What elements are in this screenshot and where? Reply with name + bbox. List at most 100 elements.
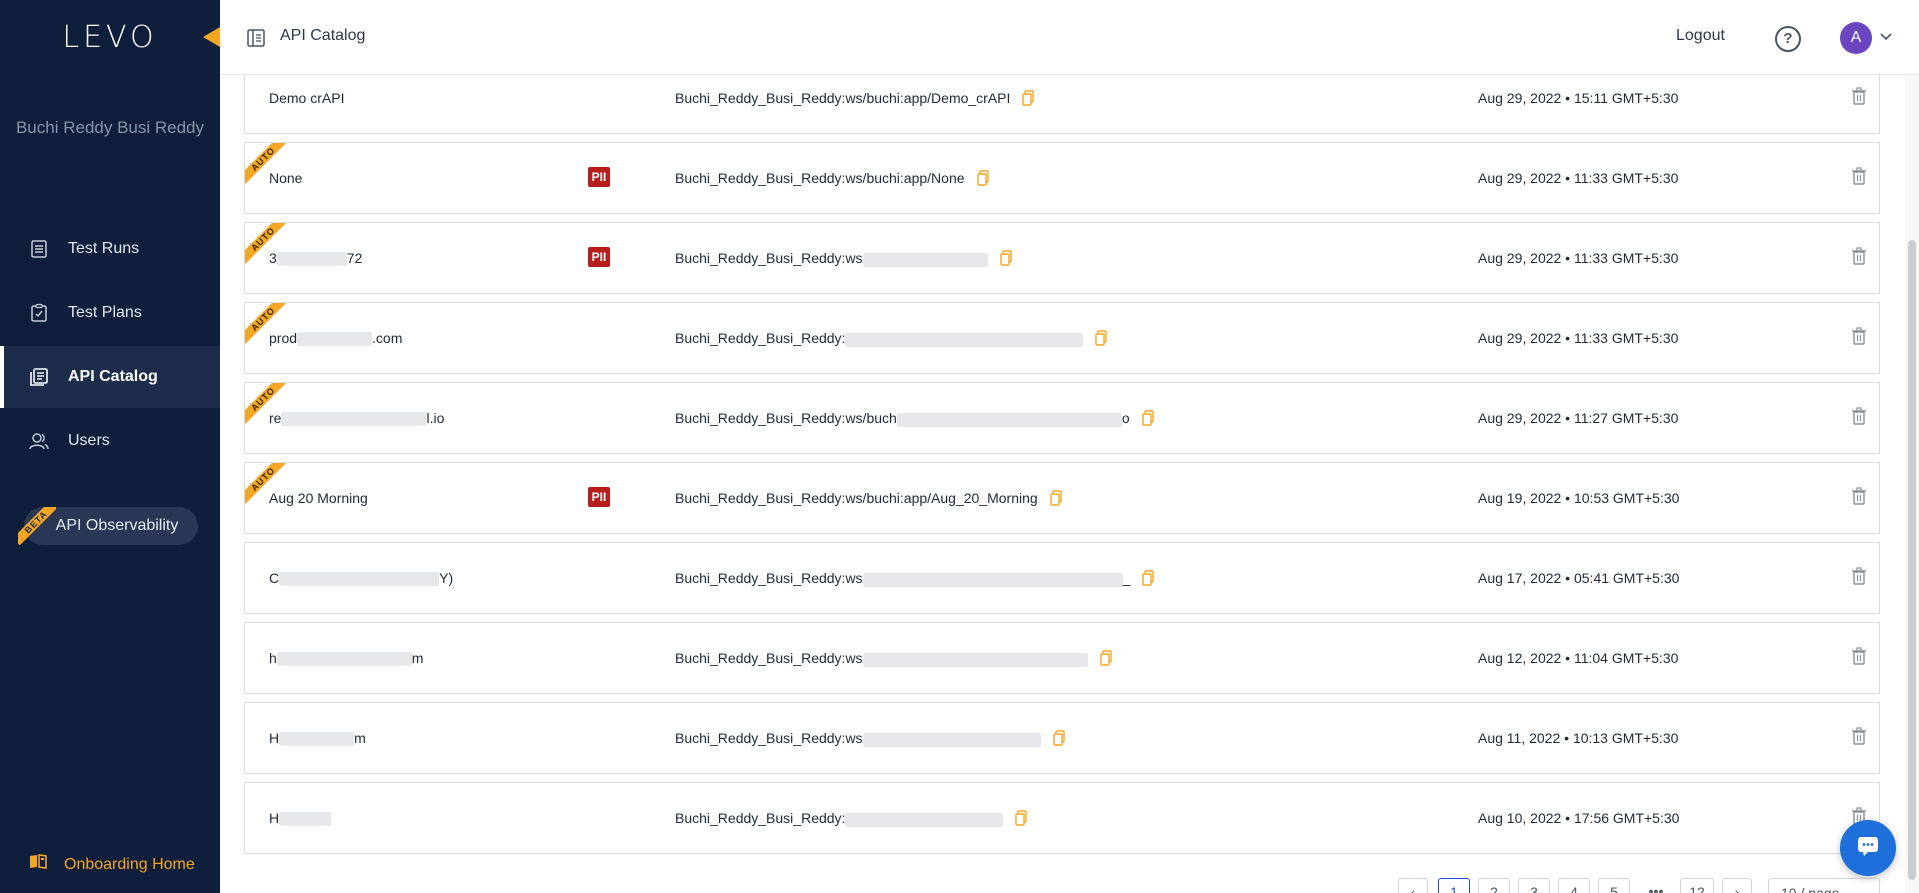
trash-icon[interactable] — [1851, 647, 1867, 670]
app-name: Demo crAPI — [269, 90, 345, 106]
app-path: Buchi_Reddy_Busi_Reddy:ws/buchi:app/None — [675, 170, 989, 189]
copy-icon[interactable] — [1052, 730, 1065, 749]
app-name: C Y) — [269, 570, 454, 587]
onboarding-home-label: Onboarding Home — [64, 855, 195, 873]
table-row[interactable]: H Buchi_Reddy_Busi_Reddy: Aug 10, 2022 •… — [244, 782, 1880, 854]
page-size-select[interactable]: 10 / page — [1768, 878, 1880, 893]
chat-bubble-icon — [1856, 835, 1880, 862]
created-date: Aug 12, 2022 • 11:04 GMT+5:30 — [1478, 650, 1679, 666]
beta-badge: BETA — [18, 507, 56, 545]
created-date: Aug 10, 2022 • 17:56 GMT+5:30 — [1478, 810, 1680, 826]
sidebar-item-test-plans[interactable]: Test Plans — [0, 282, 220, 344]
table-row[interactable]: C Y) Buchi_Reddy_Busi_Reddy:ws _ Aug 17, 2… — [244, 542, 1880, 614]
pii-badge: PII — [588, 247, 610, 267]
pagination-page-1[interactable]: 1 — [1438, 878, 1470, 893]
help-icon[interactable]: ? — [1775, 26, 1801, 52]
pagination-page-5[interactable]: 5 — [1598, 878, 1630, 893]
trash-icon[interactable] — [1851, 487, 1867, 510]
app-path: Buchi_Reddy_Busi_Reddy:ws — [675, 250, 1012, 269]
copy-icon[interactable] — [999, 250, 1012, 269]
pagination-prev-button[interactable]: ‹ — [1398, 878, 1428, 893]
chat-button[interactable] — [1840, 820, 1896, 876]
sidebar-item-users[interactable]: Users — [0, 410, 220, 472]
trash-icon[interactable] — [1851, 247, 1867, 270]
app-name: hm — [269, 650, 424, 667]
copy-icon[interactable] — [1141, 410, 1154, 429]
pagination-page-2[interactable]: 2 — [1478, 878, 1510, 893]
workspace-name: Buchi Reddy Busi Reddy — [15, 118, 205, 137]
table-row[interactable]: AUTO prod .com Buchi_Reddy_Busi_Reddy: Au… — [244, 302, 1880, 374]
created-date: Aug 17, 2022 • 05:41 GMT+5:30 — [1478, 570, 1680, 586]
pagination-page-3[interactable]: 3 — [1518, 878, 1550, 893]
copy-icon[interactable] — [1099, 650, 1112, 669]
created-date: Aug 29, 2022 • 11:27 GMT+5:30 — [1478, 410, 1679, 426]
table-row[interactable]: Hm Buchi_Reddy_Busi_Reddy:ws Aug 11, 202… — [244, 702, 1880, 774]
app-path: Buchi_Reddy_Busi_Reddy:ws — [675, 650, 1112, 669]
created-date: Aug 19, 2022 • 10:53 GMT+5:30 — [1478, 490, 1680, 506]
pii-badge: PII — [588, 167, 610, 187]
sidebar-item-label: Test Plans — [68, 304, 142, 321]
catalog-icon — [28, 366, 50, 388]
copy-icon[interactable] — [1142, 570, 1155, 589]
chevron-down-icon[interactable] — [1880, 30, 1892, 44]
copy-icon[interactable] — [1015, 810, 1028, 829]
pagination-next-button[interactable]: › — [1722, 878, 1752, 893]
top-header: API Catalog Logout ? A — [220, 0, 1919, 75]
table-row[interactable]: AUTO None PII Buchi_Reddy_Busi_Reddy:ws/… — [244, 142, 1880, 214]
pii-badge: PII — [588, 487, 610, 507]
avatar[interactable]: A — [1840, 22, 1872, 54]
clipboard-check-icon — [28, 302, 50, 324]
copy-icon[interactable] — [976, 170, 989, 189]
copy-icon[interactable] — [1022, 90, 1035, 109]
pagination-page-last[interactable]: 12 — [1680, 878, 1714, 893]
table-row[interactable]: AUTO re l.io Buchi_Reddy_Busi_Reddy:ws/bu… — [244, 382, 1880, 454]
copy-icon[interactable] — [1095, 330, 1108, 349]
table-row[interactable]: AUTO 3 72 PII Buchi_Reddy_Busi_Reddy:ws A… — [244, 222, 1880, 294]
app-name: None — [269, 170, 303, 186]
copy-icon[interactable] — [1049, 490, 1062, 509]
page-title: API Catalog — [280, 27, 366, 44]
sidebar: LEVO Buchi Reddy Busi Reddy Test Runs Te… — [0, 0, 220, 893]
app-name: re l.io — [269, 410, 445, 427]
pagination-page-4[interactable]: 4 — [1558, 878, 1590, 893]
trash-icon[interactable] — [1851, 567, 1867, 590]
created-date: Aug 29, 2022 • 11:33 GMT+5:30 — [1478, 170, 1679, 186]
trash-icon[interactable] — [1851, 167, 1867, 190]
api-observability-label: API Observability — [55, 517, 179, 534]
table-row[interactable]: hm Buchi_Reddy_Busi_Reddy:ws Aug 12, 202… — [244, 622, 1880, 694]
trash-icon[interactable] — [1851, 407, 1867, 430]
catalog-page-icon — [246, 28, 266, 53]
created-date: Aug 29, 2022 • 11:33 GMT+5:30 — [1478, 330, 1679, 346]
sidebar-item-test-runs[interactable]: Test Runs — [0, 218, 220, 280]
sidebar-collapse-toggle[interactable] — [203, 27, 220, 47]
app-name: prod .com — [269, 330, 403, 347]
created-date: Aug 29, 2022 • 15:11 GMT+5:30 — [1478, 90, 1679, 106]
app-path: Buchi_Reddy_Busi_Reddy:ws/buch o — [675, 410, 1154, 429]
onboarding-home-link[interactable]: Onboarding Home — [28, 853, 195, 876]
app-path: Buchi_Reddy_Busi_Reddy: — [675, 330, 1108, 349]
created-date: Aug 11, 2022 • 10:13 GMT+5:30 — [1478, 730, 1679, 746]
sidebar-item-label: Test Runs — [68, 240, 140, 257]
logout-button[interactable]: Logout — [1676, 27, 1725, 45]
app-name: Hm — [269, 730, 366, 747]
app-name: Aug 20 Morning — [269, 490, 368, 506]
table-row[interactable]: AUTO Aug 20 Morning PII Buchi_Reddy_Busi… — [244, 462, 1880, 534]
app-path: Buchi_Reddy_Busi_Reddy: — [675, 810, 1028, 829]
book-icon — [28, 853, 48, 876]
levo-logo[interactable]: LEVO — [0, 20, 220, 55]
pagination-ellipsis[interactable]: ••• — [1638, 878, 1674, 893]
scrollbar-thumb[interactable] — [1908, 240, 1916, 880]
trash-icon[interactable] — [1851, 727, 1867, 750]
list-icon — [28, 238, 50, 260]
app-path: Buchi_Reddy_Busi_Reddy:ws _ — [675, 570, 1155, 589]
trash-icon[interactable] — [1851, 327, 1867, 350]
app-name: 3 72 — [269, 250, 363, 267]
created-date: Aug 29, 2022 • 11:33 GMT+5:30 — [1478, 250, 1679, 266]
app-path: Buchi_Reddy_Busi_Reddy:ws/buchi:app/Aug_… — [675, 490, 1062, 509]
sidebar-item-label: Users — [68, 432, 110, 449]
users-icon — [28, 430, 50, 452]
trash-icon[interactable] — [1851, 87, 1867, 110]
app-name: H — [269, 810, 332, 827]
app-path: Buchi_Reddy_Busi_Reddy:ws/buchi:app/Demo… — [675, 90, 1035, 109]
sidebar-item-api-catalog[interactable]: API Catalog — [0, 346, 220, 408]
